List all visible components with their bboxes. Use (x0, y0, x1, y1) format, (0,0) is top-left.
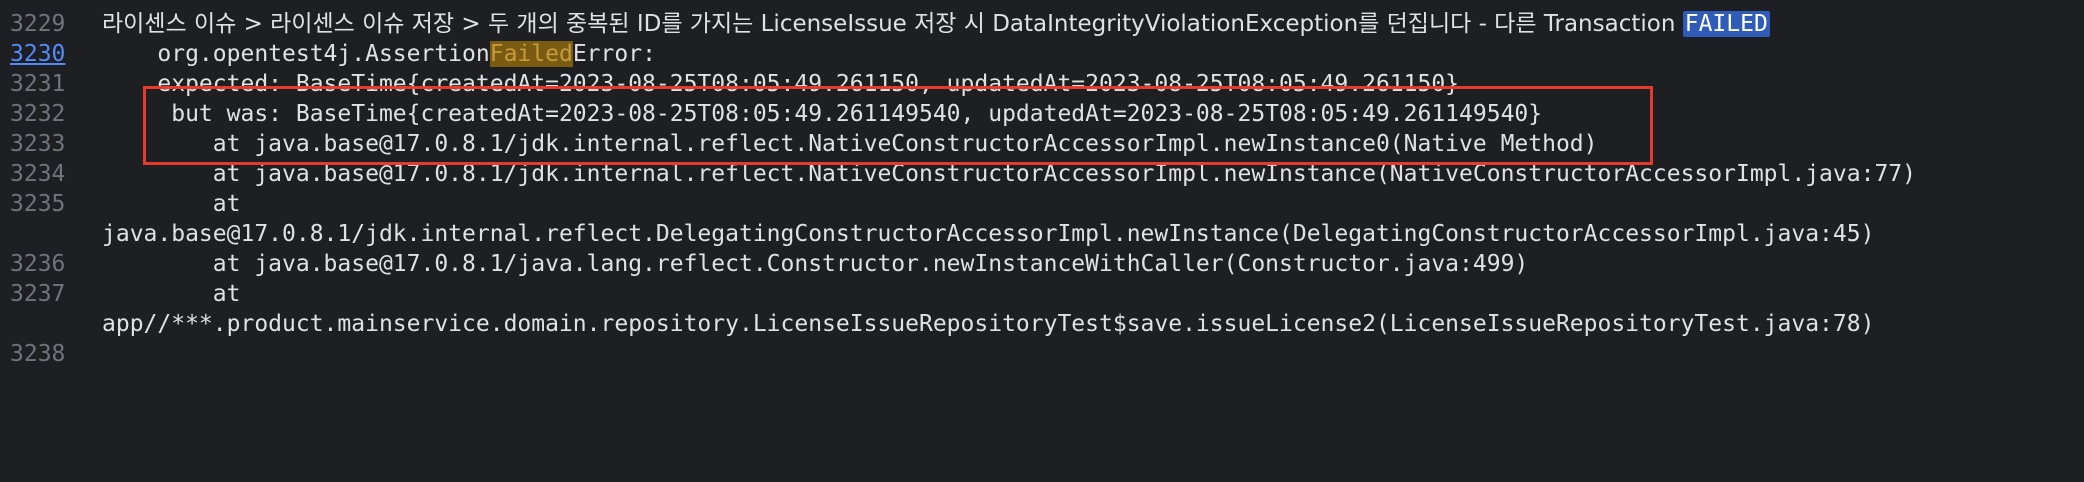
line-number[interactable]: 3238 (10, 334, 72, 374)
log-line-3238: 3238 (0, 334, 2084, 374)
log-viewer[interactable]: 3229 라이센스 이슈 > 라이센스 이슈 저장 > 두 개의 중복된 ID를… (0, 0, 2084, 482)
